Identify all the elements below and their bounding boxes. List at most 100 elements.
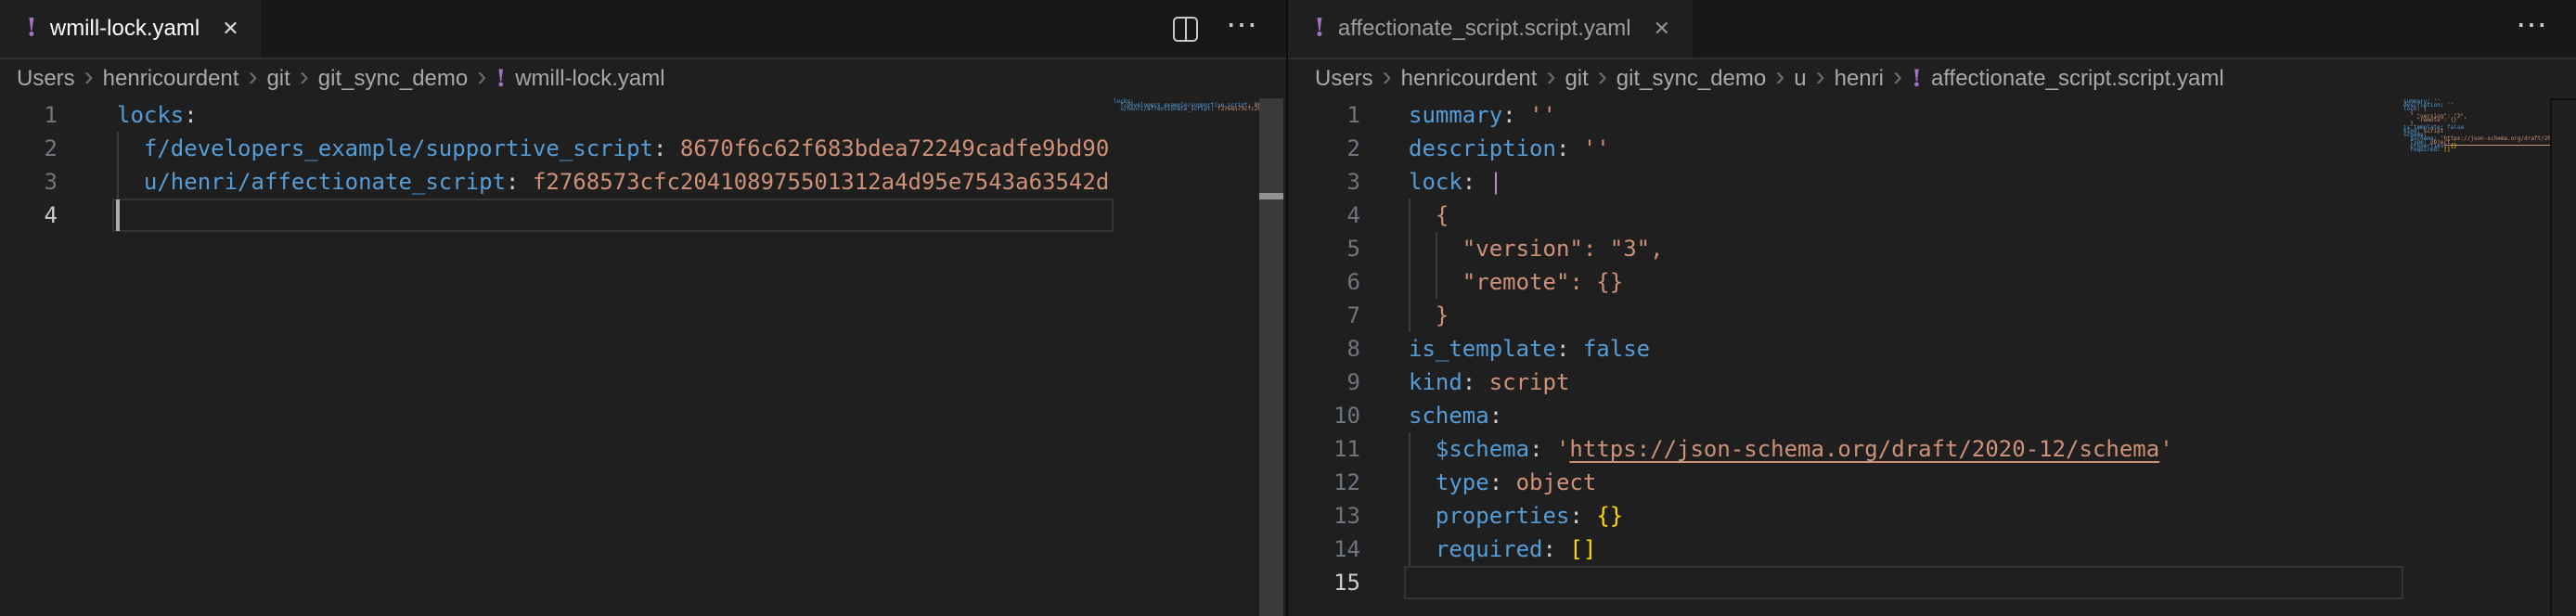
code-line: 8is_template: false bbox=[1288, 332, 2403, 366]
code-line: 2description: '' bbox=[1288, 132, 2403, 165]
tab-wmill-lock[interactable]: ! wmill-lock.yaml ✕ bbox=[0, 0, 263, 58]
code-token: kind bbox=[1409, 369, 1462, 395]
breadcrumb-item[interactable]: u bbox=[1794, 66, 1806, 92]
indent-guide bbox=[1436, 232, 1437, 265]
indent-guide bbox=[1436, 265, 1437, 299]
code-token: : bbox=[1489, 469, 1502, 495]
code-line: 2 f/developers_example/supportive_script… bbox=[0, 132, 1114, 165]
code-token bbox=[117, 135, 144, 161]
breadcrumb-item[interactable]: Users bbox=[1315, 66, 1373, 92]
code-token: is_template bbox=[1409, 336, 1556, 362]
code-token bbox=[520, 169, 533, 195]
code-token: { bbox=[1409, 202, 1449, 228]
code-token bbox=[666, 135, 679, 161]
editor-group-right: ! affectionate_script.script.yaml ✕ ⋯ Us… bbox=[1286, 0, 2576, 616]
code-line-content: "version": "3", bbox=[1409, 232, 2403, 265]
code-token: '' bbox=[2447, 102, 2454, 109]
code-line-content: type: object bbox=[1409, 466, 2403, 499]
code-token bbox=[1556, 536, 1569, 562]
minimap[interactable]: locks: f/developers_example/supportive_s… bbox=[1114, 98, 1259, 616]
code-token: false bbox=[2447, 124, 2464, 131]
code-line-content: properties: {} bbox=[1409, 499, 2403, 533]
code-token: : bbox=[1462, 169, 1475, 195]
code-token: description bbox=[1409, 135, 1556, 161]
line-number: 3 bbox=[0, 165, 117, 199]
breadcrumb-item[interactable]: Users bbox=[17, 66, 75, 92]
code-line: 14 required: [] bbox=[1288, 533, 2403, 566]
code-token bbox=[1409, 436, 1436, 462]
code-line: 4 { bbox=[1288, 199, 2403, 232]
tab-affectionate-script[interactable]: ! affectionate_script.script.yaml ✕ bbox=[1288, 0, 1694, 58]
breadcrumb-file[interactable]: wmill-lock.yaml bbox=[515, 66, 664, 92]
code-token bbox=[117, 169, 144, 195]
scrollbar[interactable] bbox=[2550, 98, 2576, 616]
chevron-right-icon: › bbox=[1766, 61, 1794, 93]
close-icon[interactable]: ✕ bbox=[1654, 17, 1670, 41]
indent-guide bbox=[1409, 199, 1410, 232]
code-line: 13 properties: {} bbox=[1288, 499, 2403, 533]
code-editor[interactable]: 1locks:2 f/developers_example/supportive… bbox=[0, 98, 1114, 232]
code-token bbox=[1409, 536, 1436, 562]
code-line: 1locks: bbox=[0, 98, 1114, 132]
code-token bbox=[1409, 469, 1436, 495]
code-line: 6 "remote": {} bbox=[1288, 265, 2403, 299]
breadcrumb-item[interactable]: git bbox=[266, 66, 290, 92]
code-token: https://json-schema.org/draft/2020-12/sc… bbox=[1569, 436, 2159, 462]
breadcrumb-file[interactable]: affectionate_script.script.yaml bbox=[1931, 66, 2224, 92]
yaml-warning-icon: ! bbox=[26, 16, 37, 41]
code-line: 3 u/henri/affectionate_script: f2768573c… bbox=[0, 165, 1114, 199]
code-token: object bbox=[1516, 469, 1597, 495]
editor-actions: ⋯ bbox=[1173, 0, 1286, 58]
code-token: false bbox=[1583, 336, 1650, 362]
code-token: lock bbox=[1409, 169, 1462, 195]
breadcrumb-item[interactable]: git_sync_demo bbox=[318, 66, 468, 92]
code-line: 12 type: object bbox=[1288, 466, 2403, 499]
chevron-right-icon: › bbox=[1373, 61, 1401, 93]
text-cursor bbox=[116, 199, 120, 231]
line-number: 14 bbox=[1288, 533, 1409, 566]
code-line-content: lock: | bbox=[1409, 165, 2403, 199]
yaml-warning-icon: ! bbox=[1314, 16, 1325, 41]
code-token: https://json-schema.org/draft/2020-12/sc… bbox=[2443, 135, 2550, 142]
chevron-right-icon: › bbox=[290, 61, 318, 93]
indent-guide bbox=[1409, 466, 1410, 499]
code-token: u/henri/affectionate_script bbox=[1120, 106, 1211, 112]
breadcrumb-item[interactable]: henricourdent bbox=[1401, 66, 1538, 92]
code-token: {} bbox=[1596, 503, 1623, 529]
code-token: 8670f6c62f683bdea72249cadfe9bd90 bbox=[680, 135, 1109, 161]
code-token: ' bbox=[2159, 436, 2172, 462]
chevron-right-icon: › bbox=[1807, 61, 1835, 93]
code-token: f2768573cfc204108975501312a4d95e7543a635… bbox=[533, 169, 1109, 195]
split-editor-icon[interactable] bbox=[1173, 17, 1198, 42]
line-number: 9 bbox=[1288, 366, 1409, 399]
code-token: | bbox=[2424, 106, 2428, 112]
code-token: required bbox=[2410, 147, 2437, 153]
code-token: : bbox=[1556, 336, 1569, 362]
line-number: 13 bbox=[1288, 499, 1409, 533]
code-token bbox=[1543, 436, 1556, 462]
indent-guide bbox=[1409, 232, 1410, 265]
code-token: : bbox=[1462, 369, 1475, 395]
scrollbar[interactable] bbox=[1259, 98, 1283, 616]
code-token: schema bbox=[1409, 403, 1489, 429]
code-token: [] bbox=[2443, 147, 2450, 153]
code-line-content: f/developers_example/supportive_script: … bbox=[117, 132, 1114, 165]
close-icon[interactable]: ✕ bbox=[222, 17, 238, 41]
breadcrumb-item[interactable]: git bbox=[1565, 66, 1588, 92]
line-number: 8 bbox=[1288, 332, 1409, 366]
code-token: : bbox=[1569, 503, 1582, 529]
breadcrumb-item[interactable]: henricourdent bbox=[103, 66, 239, 92]
code-editor[interactable]: 1summary: ''2description: ''3lock: |4 {5… bbox=[1288, 98, 2403, 599]
breadcrumb-item[interactable]: henri bbox=[1835, 66, 1884, 92]
code-line-content: locks: bbox=[117, 98, 1114, 132]
line-number: 10 bbox=[1288, 399, 1409, 432]
code-line-content: "remote": {} bbox=[1409, 265, 2403, 299]
minimap[interactable]: summary: ''description: ''lock: | { "ver… bbox=[2403, 98, 2550, 616]
indent-guide bbox=[117, 132, 119, 165]
code-line-content: { bbox=[1409, 199, 2403, 232]
line-number: 2 bbox=[1288, 132, 1409, 165]
code-token: } bbox=[1409, 302, 1449, 328]
code-line-content: is_template: false bbox=[1409, 332, 2403, 366]
breadcrumb-item[interactable]: git_sync_demo bbox=[1616, 66, 1766, 92]
line-number: 4 bbox=[0, 199, 117, 232]
